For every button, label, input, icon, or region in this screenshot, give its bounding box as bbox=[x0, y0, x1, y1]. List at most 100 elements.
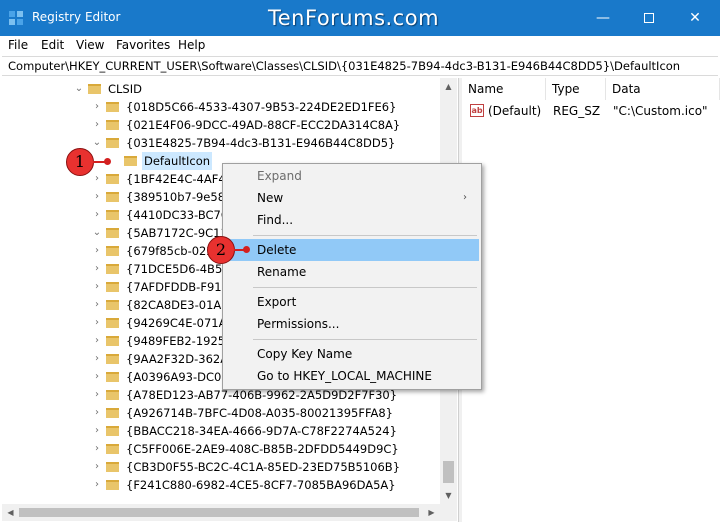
folder-icon bbox=[106, 246, 119, 256]
menu-item-permissions[interactable]: Permissions... bbox=[225, 313, 479, 335]
menu-bar: File Edit View Favorites Help bbox=[0, 36, 720, 56]
expand-icon[interactable]: › bbox=[92, 422, 102, 440]
string-value-icon: ab bbox=[470, 104, 484, 117]
watermark: TenForums.com bbox=[268, 6, 440, 30]
tree-item-label: CLSID bbox=[108, 82, 142, 96]
scroll-thumb[interactable] bbox=[19, 508, 419, 517]
folder-icon bbox=[106, 408, 119, 418]
tree-item-label: {A926714B-7BFC-4D08-A035-80021395FFA8} bbox=[126, 406, 393, 420]
menu-item-copy-key-name[interactable]: Copy Key Name bbox=[225, 343, 479, 365]
expand-icon[interactable]: › bbox=[92, 368, 102, 386]
folder-icon bbox=[106, 228, 119, 238]
scroll-up-icon[interactable]: ▲ bbox=[440, 78, 457, 95]
expand-icon[interactable]: › bbox=[92, 116, 102, 134]
tree-item-label: {BBACC218-34EA-4666-9D7A-C78F2274A524} bbox=[126, 424, 397, 438]
callout-pointer-dot bbox=[104, 158, 111, 165]
menu-favorites[interactable]: Favorites bbox=[116, 38, 170, 52]
tree-item-label: {018D5C66-4533-4307-9B53-224DE2ED1FE6} bbox=[126, 100, 397, 114]
folder-icon bbox=[106, 192, 119, 202]
value-name[interactable]: (Default) bbox=[488, 102, 541, 120]
expand-icon[interactable]: › bbox=[92, 98, 102, 116]
tree-item-label: {7AFDFDDB-F914- bbox=[126, 280, 234, 294]
folder-icon bbox=[106, 444, 119, 454]
collapse-icon[interactable]: ⌄ bbox=[92, 134, 102, 152]
folder-icon bbox=[106, 354, 119, 364]
column-header-name[interactable]: Name bbox=[462, 78, 546, 100]
minimize-button[interactable]: — bbox=[580, 0, 626, 36]
expand-icon[interactable]: › bbox=[92, 170, 102, 188]
scroll-down-icon[interactable]: ▼ bbox=[440, 487, 457, 504]
menu-separator bbox=[253, 287, 477, 288]
tree-item-label: {021E4F06-9DCC-49AD-88CF-ECC2DA314C8A} bbox=[126, 118, 401, 132]
menu-item-export[interactable]: Export bbox=[225, 291, 479, 313]
column-header-type[interactable]: Type bbox=[546, 78, 606, 100]
menu-item-expand[interactable]: Expand bbox=[225, 165, 479, 187]
folder-icon bbox=[106, 138, 119, 148]
expand-icon[interactable]: › bbox=[92, 476, 102, 494]
folder-icon bbox=[106, 372, 119, 382]
expand-icon[interactable]: › bbox=[92, 386, 102, 404]
folder-icon bbox=[106, 120, 119, 130]
value-data: "C:\Custom.ico" bbox=[613, 104, 708, 118]
expand-icon[interactable]: › bbox=[92, 332, 102, 350]
close-button[interactable]: ✕ bbox=[672, 0, 718, 36]
menu-separator bbox=[253, 235, 477, 236]
tree-horizontal-scrollbar[interactable]: ◀ ▶ bbox=[2, 504, 440, 521]
tree-item-label: {82CA8DE3-01AD- bbox=[126, 298, 235, 312]
expand-icon[interactable]: › bbox=[92, 458, 102, 476]
context-menu: Expand New › Find... Delete Rename Expor… bbox=[222, 163, 482, 390]
folder-icon bbox=[106, 462, 119, 472]
tree-item-label: {F241C880-6982-4CE5-8CF7-7085BA96DA5A} bbox=[126, 478, 396, 492]
menu-view[interactable]: View bbox=[76, 38, 104, 52]
callout-pointer-dot bbox=[243, 246, 250, 253]
collapse-icon[interactable]: ⌄ bbox=[92, 224, 102, 242]
scrollbar-corner bbox=[440, 504, 457, 521]
folder-icon bbox=[106, 318, 119, 328]
tree-item-label: {CB3D0F55-BC2C-4C1A-85ED-23ED75B5106B} bbox=[126, 460, 401, 474]
folder-icon bbox=[106, 336, 119, 346]
menu-item-new[interactable]: New › bbox=[225, 187, 479, 209]
expand-icon[interactable]: › bbox=[92, 278, 102, 296]
menu-item-label: New bbox=[257, 191, 284, 205]
scroll-thumb[interactable] bbox=[443, 461, 454, 483]
collapse-icon[interactable]: ⌄ bbox=[74, 80, 84, 98]
expand-icon[interactable]: › bbox=[92, 296, 102, 314]
folder-icon bbox=[106, 480, 119, 490]
folder-icon bbox=[106, 282, 119, 292]
scroll-left-icon[interactable]: ◀ bbox=[2, 504, 19, 521]
folder-icon bbox=[106, 426, 119, 436]
menu-help[interactable]: Help bbox=[178, 38, 205, 52]
expand-icon[interactable]: › bbox=[92, 242, 102, 260]
callout-step-1: 1 bbox=[66, 148, 94, 176]
address-bar[interactable]: Computer\HKEY_CURRENT_USER\Software\Clas… bbox=[2, 56, 718, 76]
menu-item-rename[interactable]: Rename bbox=[225, 261, 479, 283]
expand-icon[interactable]: › bbox=[92, 440, 102, 458]
expand-icon[interactable]: › bbox=[92, 404, 102, 422]
menu-edit[interactable]: Edit bbox=[41, 38, 64, 52]
submenu-arrow-icon: › bbox=[463, 192, 467, 203]
window-title: Registry Editor bbox=[32, 10, 121, 24]
expand-icon[interactable]: › bbox=[92, 206, 102, 224]
folder-icon bbox=[124, 156, 137, 166]
menu-file[interactable]: File bbox=[8, 38, 28, 52]
menu-item-delete[interactable]: Delete bbox=[225, 239, 479, 261]
expand-icon[interactable]: › bbox=[92, 260, 102, 278]
folder-icon bbox=[106, 390, 119, 400]
scroll-right-icon[interactable]: ▶ bbox=[423, 504, 440, 521]
menu-item-find[interactable]: Find... bbox=[225, 209, 479, 231]
column-header-data[interactable]: Data bbox=[606, 78, 720, 100]
maximize-button[interactable] bbox=[626, 0, 672, 36]
menu-item-goto-hklm[interactable]: Go to HKEY_LOCAL_MACHINE bbox=[225, 365, 479, 387]
tree-item-label: {C5FF006E-2AE9-408C-B85B-2DFDD5449D9C} bbox=[126, 442, 399, 456]
folder-icon bbox=[106, 102, 119, 112]
expand-icon[interactable]: › bbox=[92, 314, 102, 332]
value-type: REG_SZ bbox=[553, 104, 601, 118]
menu-separator bbox=[253, 339, 477, 340]
folder-icon bbox=[106, 174, 119, 184]
expand-icon[interactable]: › bbox=[92, 350, 102, 368]
values-pane[interactable]: Name Type Data ab (Default) REG_SZ "C:\C… bbox=[462, 78, 720, 522]
tree-item-label: DefaultIcon bbox=[142, 152, 213, 170]
title-bar: Registry Editor TenForums.com — ✕ bbox=[0, 0, 720, 36]
expand-icon[interactable]: › bbox=[92, 188, 102, 206]
registry-editor-icon bbox=[9, 11, 23, 25]
